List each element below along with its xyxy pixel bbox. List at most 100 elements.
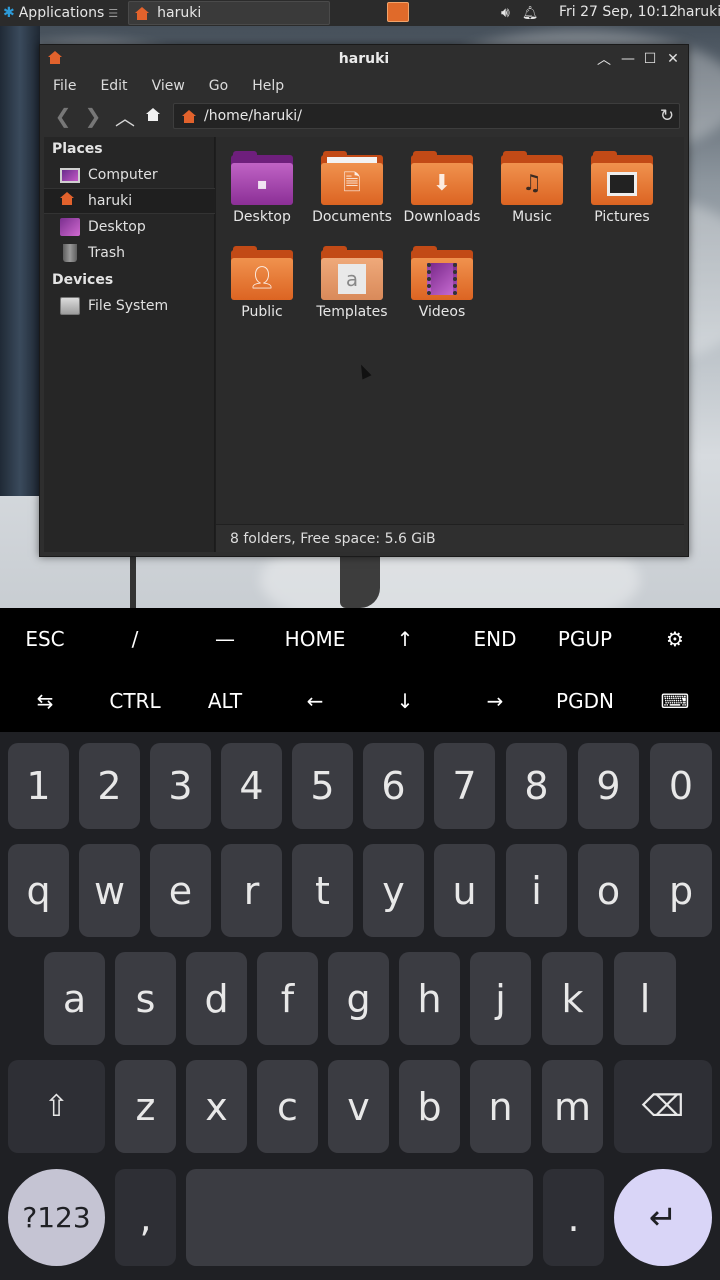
applications-menu[interactable]: ✱ Applications ☰ <box>0 0 122 26</box>
key-0[interactable]: 0 <box>650 743 712 829</box>
key-3[interactable]: 3 <box>150 743 211 829</box>
volume-icon[interactable]: 🔊︎ <box>501 5 510 21</box>
key-c[interactable]: c <box>257 1060 318 1153</box>
key-home[interactable]: HOME <box>270 608 360 670</box>
settings-icon[interactable]: ⚙ <box>630 608 720 670</box>
shift-key[interactable]: ⇧ <box>8 1060 105 1153</box>
key-w[interactable]: w <box>79 844 140 937</box>
folder-videos[interactable]: Videos <box>398 246 486 320</box>
keyboard-icon[interactable]: ⌨ <box>630 670 720 732</box>
key-n[interactable]: n <box>470 1060 531 1153</box>
key-k[interactable]: k <box>542 952 603 1045</box>
menu-go[interactable]: Go <box>209 78 228 94</box>
enter-key[interactable]: ↵ <box>614 1169 712 1266</box>
folder-templates[interactable]: a Templates <box>308 246 396 320</box>
sidebar-item-file-system[interactable]: File System <box>44 293 215 319</box>
key-f[interactable]: f <box>257 952 318 1045</box>
key-z[interactable]: z <box>115 1060 176 1153</box>
key-slash[interactable]: / <box>90 608 180 670</box>
key-9[interactable]: 9 <box>578 743 639 829</box>
key-o[interactable]: o <box>578 844 639 937</box>
key-e[interactable]: e <box>150 844 211 937</box>
key-7[interactable]: 7 <box>434 743 495 829</box>
key-pgdn[interactable]: PGDN <box>540 670 630 732</box>
period-key[interactable]: . <box>543 1169 604 1266</box>
key-pgup[interactable]: PGUP <box>540 608 630 670</box>
home-icon[interactable] <box>142 103 168 129</box>
key-u[interactable]: u <box>434 844 495 937</box>
file-manager-launcher[interactable] <box>387 2 409 22</box>
key-v[interactable]: v <box>328 1060 389 1153</box>
key-4[interactable]: 4 <box>221 743 282 829</box>
bell-icon[interactable]: 🔔︎ <box>522 6 539 21</box>
sidebar-item-haruki[interactable]: haruki <box>44 188 215 214</box>
key-s[interactable]: s <box>115 952 176 1045</box>
key-end[interactable]: END <box>450 608 540 670</box>
folder-music[interactable]: ♫ Music <box>488 151 576 225</box>
close-icon[interactable]: ✕ <box>663 49 683 69</box>
key-right-arrow[interactable]: → <box>450 670 540 732</box>
forward-icon[interactable]: ❯ <box>80 103 106 129</box>
sidebar-item-desktop[interactable]: Desktop <box>44 214 215 240</box>
menu-edit[interactable]: Edit <box>100 78 127 94</box>
key-y[interactable]: y <box>363 844 424 937</box>
key-down-arrow[interactable]: ↓ <box>360 670 450 732</box>
key-2[interactable]: 2 <box>79 743 140 829</box>
location-bar[interactable]: /home/haruki/ <box>173 103 680 129</box>
extra-keys-bar: ESC / — HOME ↑ END PGUP ⚙ ⇆ CTRL ALT ← ↓… <box>0 608 720 732</box>
folder-documents[interactable]: 🗎︎ Documents <box>308 151 396 225</box>
up-icon[interactable]: ︿ <box>112 103 138 130</box>
key-d[interactable]: d <box>186 952 247 1045</box>
space-bar[interactable] <box>186 1169 533 1266</box>
menu-help[interactable]: Help <box>252 78 284 94</box>
key-b[interactable]: b <box>399 1060 460 1153</box>
comma-key[interactable]: , <box>115 1169 176 1266</box>
key-m[interactable]: m <box>542 1060 603 1153</box>
key-l[interactable]: l <box>614 952 676 1045</box>
desktop-folder-icon: ▪ <box>231 151 293 205</box>
key-left-arrow[interactable]: ← <box>270 670 360 732</box>
menu-file[interactable]: File <box>53 78 76 94</box>
key-p[interactable]: p <box>650 844 712 937</box>
key-ctrl[interactable]: CTRL <box>90 670 180 732</box>
folder-public[interactable]: 👤︎ Public <box>218 246 306 320</box>
key-q[interactable]: q <box>8 844 69 937</box>
backspace-key[interactable]: ⌫ <box>614 1060 712 1153</box>
taskbar-item-haruki[interactable]: haruki <box>128 1 331 25</box>
key-g[interactable]: g <box>328 952 389 1045</box>
maximize-icon[interactable]: ☐ <box>640 49 660 69</box>
title-bar[interactable]: haruki ︿ — ☐ ✕ <box>40 45 688 73</box>
sidebar-item-computer[interactable]: Computer <box>44 162 215 188</box>
key-6[interactable]: 6 <box>363 743 424 829</box>
key-h[interactable]: h <box>399 952 460 1045</box>
user-menu[interactable]: haruki <box>677 4 720 20</box>
sidebar-item-trash[interactable]: Trash <box>44 240 215 266</box>
key-r[interactable]: r <box>221 844 282 937</box>
key-8[interactable]: 8 <box>506 743 567 829</box>
key-i[interactable]: i <box>506 844 567 937</box>
file-label: Pictures <box>594 209 650 225</box>
key-j[interactable]: j <box>470 952 531 1045</box>
key-up-arrow[interactable]: ↑ <box>360 608 450 670</box>
file-view[interactable]: ▪ Desktop 🗎︎ Documents ⬇ Downloads ♫ Mus… <box>215 137 684 552</box>
key-t[interactable]: t <box>292 844 353 937</box>
key-alt[interactable]: ALT <box>180 670 270 732</box>
key-esc[interactable]: ESC <box>0 608 90 670</box>
clock[interactable]: Fri 27 Sep, 10:12 <box>559 4 678 20</box>
key-dash[interactable]: — <box>180 608 270 670</box>
soft-keyboard: 1 2 3 4 5 6 7 8 9 0 q w e r t y u i o p … <box>0 732 720 1280</box>
key-x[interactable]: x <box>186 1060 247 1153</box>
key-1[interactable]: 1 <box>8 743 69 829</box>
menu-view[interactable]: View <box>152 78 185 94</box>
back-icon[interactable]: ❮ <box>50 103 76 129</box>
folder-pictures[interactable]: Pictures <box>578 151 666 225</box>
key-tab[interactable]: ⇆ <box>0 670 90 732</box>
shade-icon[interactable]: ︿ <box>594 49 614 69</box>
minimize-icon[interactable]: — <box>618 49 638 69</box>
folder-desktop[interactable]: ▪ Desktop <box>218 151 306 225</box>
folder-downloads[interactable]: ⬇ Downloads <box>398 151 486 225</box>
key-a[interactable]: a <box>44 952 105 1045</box>
key-5[interactable]: 5 <box>292 743 353 829</box>
reload-icon[interactable]: ↻ <box>654 103 680 129</box>
symbols-key[interactable]: ?123 <box>8 1169 105 1266</box>
